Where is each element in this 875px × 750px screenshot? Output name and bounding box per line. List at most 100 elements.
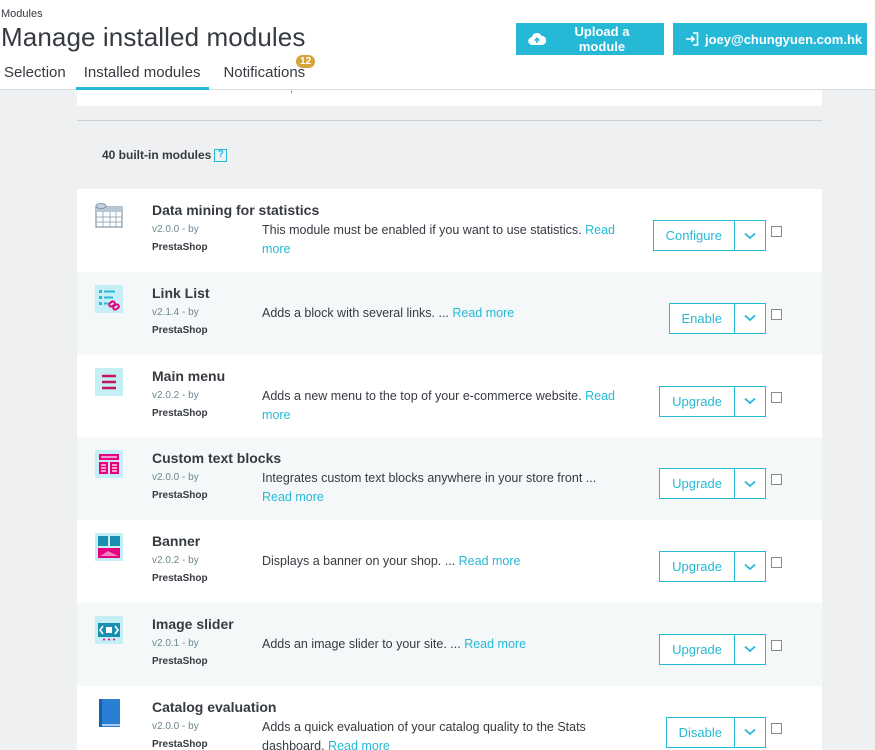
module-action-button[interactable]: Upgrade bbox=[660, 469, 735, 499]
module-author: PrestaShop bbox=[152, 573, 208, 585]
catalog-evaluation-icon bbox=[93, 697, 125, 729]
module-action-group: Disable bbox=[665, 716, 766, 748]
image-slider-icon bbox=[93, 614, 125, 646]
module-description-text: Adds a quick evaluation of your catalog … bbox=[262, 719, 586, 750]
module-action-dropdown[interactable] bbox=[735, 221, 765, 250]
module-row: Catalog evaluation v2.0.0 - by PrestaShop A… bbox=[77, 685, 822, 750]
module-select-checkbox[interactable] bbox=[771, 391, 782, 403]
module-action-button[interactable]: Configure bbox=[653, 221, 735, 250]
module-action-button[interactable]: Upgrade bbox=[660, 552, 735, 582]
module-select-checkbox[interactable] bbox=[771, 308, 782, 320]
module-select-checkbox[interactable] bbox=[771, 639, 782, 651]
tab-installed-modules[interactable]: Installed modules bbox=[75, 58, 210, 90]
module-name: Catalog evaluation bbox=[152, 698, 277, 715]
module-action-dropdown[interactable] bbox=[735, 387, 765, 416]
module-author: PrestaShop bbox=[152, 242, 208, 253]
main-menu-icon bbox=[93, 366, 125, 398]
section-title: 40 built-in modules ? bbox=[102, 148, 228, 162]
module-list: Data mining for statistics v2.0.0 - by Pre… bbox=[77, 189, 822, 750]
module-action-group: Upgrade bbox=[659, 468, 766, 500]
module-action-dropdown[interactable] bbox=[735, 304, 765, 333]
module-description-text: Adds a new menu to the top of your e-com… bbox=[262, 388, 582, 403]
link-list-icon bbox=[93, 283, 125, 315]
page-title: Manage installed modules bbox=[1, 22, 306, 52]
module-select-checkbox[interactable] bbox=[771, 557, 782, 569]
read-more-link[interactable]: Read more bbox=[464, 637, 526, 651]
module-select-checkbox[interactable] bbox=[771, 722, 782, 734]
module-action-dropdown[interactable] bbox=[735, 635, 765, 664]
module-author: PrestaShop bbox=[152, 655, 208, 667]
module-action-group: Enable bbox=[668, 302, 766, 334]
module-description: Adds a new menu to the top of your e-com… bbox=[262, 387, 622, 425]
upload-module-label: Upload a module bbox=[574, 24, 630, 54]
read-more-link[interactable]: Read more bbox=[459, 554, 521, 568]
module-action-button[interactable]: Enable bbox=[669, 303, 735, 333]
chevron-down-icon bbox=[744, 563, 756, 570]
upload-module-button[interactable]: Upload a module bbox=[516, 23, 664, 55]
module-action-dropdown[interactable] bbox=[735, 552, 765, 581]
chevron-down-icon bbox=[744, 397, 756, 405]
chevron-down-icon bbox=[744, 315, 756, 322]
read-more-link[interactable]: Read more bbox=[452, 306, 514, 320]
help-icon[interactable]: ? bbox=[214, 148, 228, 162]
module-author: PrestaShop bbox=[152, 324, 208, 336]
tab-selection[interactable]: Selection bbox=[0, 58, 70, 90]
read-more-link[interactable]: Read more bbox=[328, 739, 390, 750]
cloud-upload-icon bbox=[528, 32, 546, 46]
section-title-label: 40 built-in modules bbox=[102, 148, 212, 162]
module-description: Adds an image slider to your site. ... R… bbox=[262, 635, 622, 654]
chevron-down-icon bbox=[744, 646, 756, 653]
previous-section-fragment: , bbox=[290, 83, 294, 95]
custom-text-icon bbox=[93, 448, 125, 480]
module-name: Banner bbox=[152, 533, 201, 550]
module-action-group: Upgrade bbox=[659, 633, 766, 665]
module-row: Image slider v2.0.1 - by PrestaShop Adds an… bbox=[77, 602, 822, 686]
module-author: PrestaShop bbox=[152, 407, 208, 419]
module-tabs: Selection Installed modules Notification… bbox=[0, 55, 319, 90]
module-author: PrestaShop bbox=[152, 490, 208, 502]
module-row: Data mining for statistics v2.0.0 - by Pre… bbox=[77, 189, 822, 272]
module-row: Custom text blocks v2.0.0 - by PrestaShop I… bbox=[77, 437, 822, 521]
sign-in-icon bbox=[686, 32, 699, 46]
module-row: Link List v2.1.4 - by PrestaShop Adds a blo… bbox=[77, 271, 822, 355]
module-row: Banner v2.0.2 - by PrestaShop Displays a ba… bbox=[77, 520, 822, 603]
module-action-button[interactable]: Disable bbox=[666, 717, 735, 747]
module-description-text: Displays a banner on your shop. ... bbox=[262, 554, 456, 569]
chevron-down-icon bbox=[744, 480, 756, 488]
module-description-text: Integrates custom text blocks anywhere i… bbox=[262, 471, 597, 486]
module-name: Main menu bbox=[152, 367, 226, 384]
module-description: This module must be enabled if you want … bbox=[262, 221, 622, 259]
module-action-button[interactable]: Upgrade bbox=[660, 386, 735, 416]
module-name: Data mining for statistics bbox=[152, 202, 320, 218]
tab-installed-modules-label: Installed modules bbox=[83, 64, 201, 81]
data-mining-icon bbox=[93, 200, 125, 232]
banner-icon bbox=[93, 531, 125, 563]
module-description-text: Adds an image slider to your site. ... bbox=[262, 636, 461, 651]
module-version: v2.0.0 - by bbox=[152, 224, 199, 235]
module-description: Displays a banner on your shop. ... Read… bbox=[262, 552, 622, 571]
chevron-down-icon bbox=[744, 232, 756, 239]
user-account-button[interactable]: joey@chungyuen.com.hk bbox=[673, 23, 867, 55]
module-version: v2.0.2 - by bbox=[152, 389, 199, 401]
module-name: Image slider bbox=[152, 615, 234, 632]
module-version: v2.0.0 - by bbox=[152, 720, 199, 732]
tab-notifications[interactable]: Notifications 12 bbox=[219, 55, 316, 90]
module-action-group: Upgrade bbox=[659, 385, 766, 417]
module-action-dropdown[interactable] bbox=[735, 469, 765, 498]
module-version: v2.0.0 - by bbox=[152, 472, 199, 484]
read-more-link[interactable]: Read more bbox=[262, 490, 324, 504]
page-header: Modules Manage installed modules Upload … bbox=[0, 0, 875, 90]
tab-notifications-label: Notifications bbox=[223, 64, 306, 81]
module-description-text: Adds a block with several links. ... bbox=[262, 305, 449, 320]
module-action-dropdown[interactable] bbox=[735, 718, 765, 747]
module-action-button[interactable]: Upgrade bbox=[660, 634, 735, 664]
module-version: v2.0.1 - by bbox=[152, 637, 199, 649]
module-select-checkbox[interactable] bbox=[771, 226, 782, 237]
chevron-down-icon bbox=[744, 729, 756, 736]
previous-section-card: , bbox=[77, 83, 822, 106]
module-row: Main menu v2.0.2 - by PrestaShop Adds a new… bbox=[77, 354, 822, 438]
module-description: Adds a block with several links. ... Rea… bbox=[262, 304, 622, 323]
breadcrumb[interactable]: Modules bbox=[1, 8, 43, 20]
module-author: PrestaShop bbox=[152, 738, 208, 750]
module-select-checkbox[interactable] bbox=[771, 474, 782, 486]
